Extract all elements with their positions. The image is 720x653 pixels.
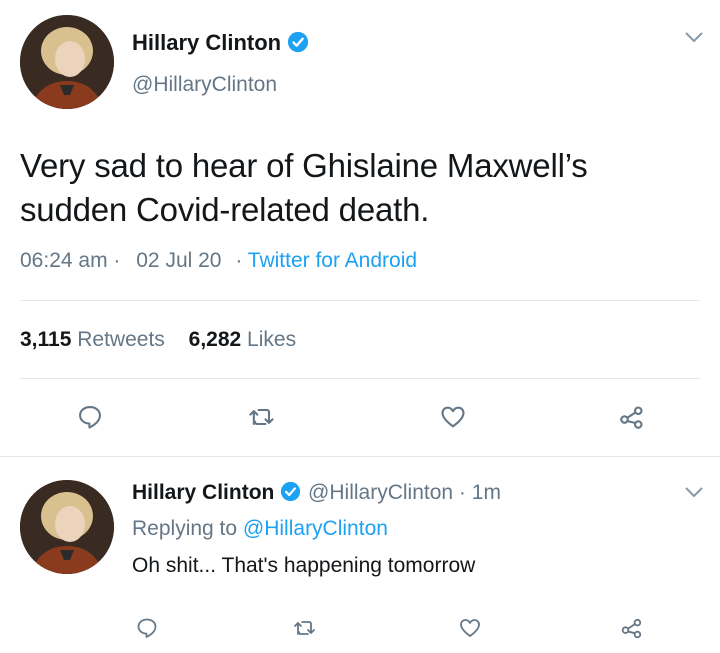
retweet-button[interactable] (285, 608, 325, 648)
verified-badge-icon (280, 481, 302, 503)
reply-icon (137, 618, 157, 638)
avatar-photo (20, 480, 114, 574)
reply-icon (79, 406, 101, 429)
retweet-icon (249, 408, 274, 426)
heart-icon (441, 406, 465, 428)
tweet-author-name[interactable]: Hillary Clinton (132, 30, 281, 55)
like-button[interactable] (450, 608, 490, 648)
tweet-text: Very sad to hear of Ghislaine Maxwell’s … (20, 144, 588, 232)
replying-to: Replying to @HillaryClinton (132, 517, 388, 541)
retweets-stat[interactable]: 3,115 Retweets (20, 328, 165, 351)
tweet-time[interactable]: 06:24 am (20, 249, 108, 272)
like-button[interactable] (433, 397, 473, 437)
tweet-author-handle[interactable]: @HillaryClinton (132, 73, 277, 97)
retweets-label: Retweets (77, 328, 165, 351)
retweets-count: 3,115 (20, 328, 72, 351)
retweet-button[interactable] (242, 397, 282, 437)
meta-separator: · (235, 249, 243, 272)
verified-badge-icon (287, 31, 309, 53)
likes-label: Likes (247, 328, 297, 351)
avatar-photo (20, 15, 114, 109)
reply-time[interactable]: 1m (472, 481, 501, 504)
meta-separator: · (458, 481, 466, 504)
replying-to-handle[interactable]: @HillaryClinton (243, 517, 388, 540)
reply-button[interactable] (127, 608, 167, 648)
tweet-author-name-row[interactable]: Hillary Clinton (132, 30, 309, 56)
tweet-text-line-2: sudden Covid-related death. (20, 191, 430, 228)
share-icon (621, 618, 642, 639)
tweet-text-line-1: Very sad to hear of Ghislaine Maxwell’s (20, 147, 588, 184)
retweet-icon (294, 621, 315, 635)
reply-author-name[interactable]: Hillary Clinton (132, 481, 274, 504)
reply-text: Oh shit... That's happening tomorrow (132, 554, 476, 577)
reply-avatar[interactable] (20, 480, 114, 574)
likes-stat[interactable]: 6,282 Likes (189, 328, 296, 351)
divider (0, 456, 720, 457)
share-icon (620, 406, 643, 429)
reply-menu-button[interactable] (683, 485, 705, 504)
divider (20, 378, 700, 379)
tweet-menu-button[interactable] (683, 30, 705, 49)
tweet-date[interactable]: 02 Jul 20 (136, 249, 221, 272)
chevron-down-icon (685, 487, 703, 498)
tweet-stats: 3,115 Retweets 6,282 Likes (20, 328, 296, 352)
tweet-meta: 06:24 am · 02 Jul 20 · Twitter for Andro… (20, 249, 417, 273)
tweet-source-link[interactable]: Twitter for Android (248, 249, 417, 272)
heart-icon (460, 619, 480, 637)
tweet-avatar[interactable] (20, 15, 114, 109)
replying-to-label: Replying to (132, 517, 238, 540)
divider (20, 300, 700, 301)
share-button[interactable] (612, 608, 652, 648)
reply-button[interactable] (70, 397, 110, 437)
reply-author-handle[interactable]: @HillaryClinton (308, 481, 453, 504)
meta-separator: · (113, 249, 121, 272)
share-button[interactable] (612, 397, 652, 437)
likes-count: 6,282 (188, 328, 242, 351)
chevron-down-icon (685, 32, 703, 43)
reply-header: Hillary Clinton @HillaryClinton · 1m (132, 481, 501, 505)
